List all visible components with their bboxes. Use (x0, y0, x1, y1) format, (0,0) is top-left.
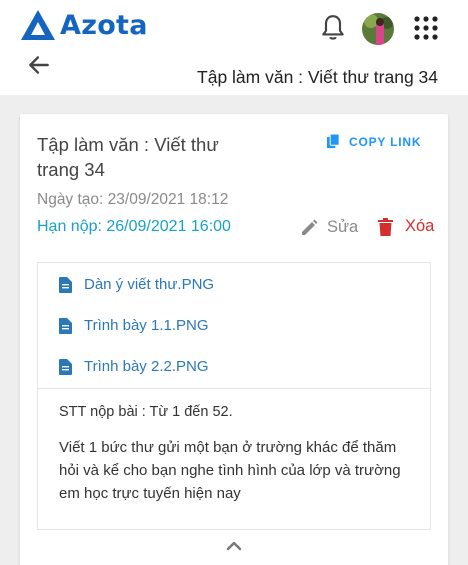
assignment-title: Tập làm văn : Viết thư trang 34 (37, 134, 219, 180)
back-arrow-icon[interactable] (26, 52, 52, 78)
azota-logo-icon (21, 10, 55, 40)
logo[interactable]: Azota (20, 8, 148, 42)
avatar[interactable] (362, 13, 394, 45)
apps-grid-icon[interactable] (414, 16, 438, 40)
file-item[interactable]: Trình bày 2.2.PNG (59, 358, 209, 375)
assignment-card: Tập làm văn : Viết thư trang 34 COPY LIN… (20, 114, 448, 565)
assignment-details: Dàn ý viết thư.PNG Trình bày 1.1.PNG Trì… (37, 262, 431, 530)
assignment-description: Viết 1 bức thư gửi một bạn ở trường khác… (59, 439, 401, 502)
file-icon (59, 317, 72, 334)
divider (38, 388, 430, 389)
file-name: Dàn ý viết thư.PNG (84, 276, 215, 293)
top-bar: Azota Tập làm văn : Viết thư trang 34 (0, 0, 468, 95)
bell-icon[interactable] (320, 14, 346, 42)
deadline-date: Hạn nộp: 26/09/2021 16:00 (37, 218, 231, 235)
logo-text: Azota (60, 9, 148, 41)
trash-icon (378, 217, 393, 236)
file-list: Dàn ý viết thư.PNG Trình bày 1.1.PNG Trì… (38, 263, 430, 388)
submission-range: STT nộp bài : Từ 1 đến 52. (59, 404, 233, 420)
page-title: Tập làm văn : Viết thư trang 34 (197, 67, 438, 87)
copy-link-label: COPY LINK (349, 134, 422, 149)
created-date: Ngày tạo: 23/09/2021 18:12 (37, 191, 229, 208)
file-icon (59, 276, 72, 293)
pencil-icon (302, 219, 318, 235)
file-item[interactable]: Trình bày 1.1.PNG (59, 317, 209, 334)
edit-label: Sửa (327, 218, 359, 236)
delete-button[interactable]: Xóa (378, 217, 434, 236)
copy-link-button[interactable]: COPY LINK (326, 134, 421, 149)
file-icon (59, 358, 72, 375)
chevron-up-icon[interactable] (224, 538, 244, 552)
copy-icon (326, 134, 340, 149)
file-name: Trình bày 2.2.PNG (84, 358, 209, 375)
file-name: Trình bày 1.1.PNG (84, 317, 209, 334)
edit-button[interactable]: Sửa (300, 218, 358, 237)
delete-label: Xóa (405, 217, 435, 235)
file-item[interactable]: Dàn ý viết thư.PNG (59, 276, 214, 293)
